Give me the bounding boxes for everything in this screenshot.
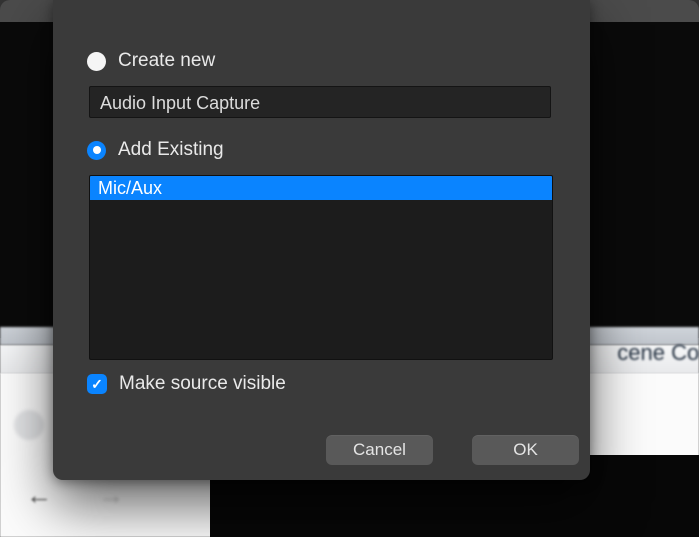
create-new-option[interactable]: Create new xyxy=(87,50,215,72)
add-existing-label: Add Existing xyxy=(118,139,224,161)
background-avatar xyxy=(14,410,44,440)
make-source-visible-option[interactable]: ✓ Make source visible xyxy=(87,373,286,395)
existing-sources-list[interactable]: Mic/Aux xyxy=(89,175,553,360)
radio-icon xyxy=(87,52,106,71)
back-arrow-icon: ← xyxy=(26,480,52,511)
list-item[interactable]: Mic/Aux xyxy=(90,176,552,200)
make-visible-label: Make source visible xyxy=(119,373,286,395)
background-menu-fragment: cene Coll xyxy=(617,340,699,366)
add-source-dialog: Create new Audio Input Capture Add Exist… xyxy=(53,0,590,480)
add-existing-option[interactable]: Add Existing xyxy=(87,139,224,161)
ok-button[interactable]: OK xyxy=(472,435,579,465)
radio-icon xyxy=(87,141,106,160)
create-new-label: Create new xyxy=(118,50,215,72)
new-source-name-input[interactable]: Audio Input Capture xyxy=(89,86,551,118)
checkbox-icon: ✓ xyxy=(87,374,107,394)
cancel-button[interactable]: Cancel xyxy=(326,435,433,465)
forward-arrow-icon: → xyxy=(98,480,124,511)
